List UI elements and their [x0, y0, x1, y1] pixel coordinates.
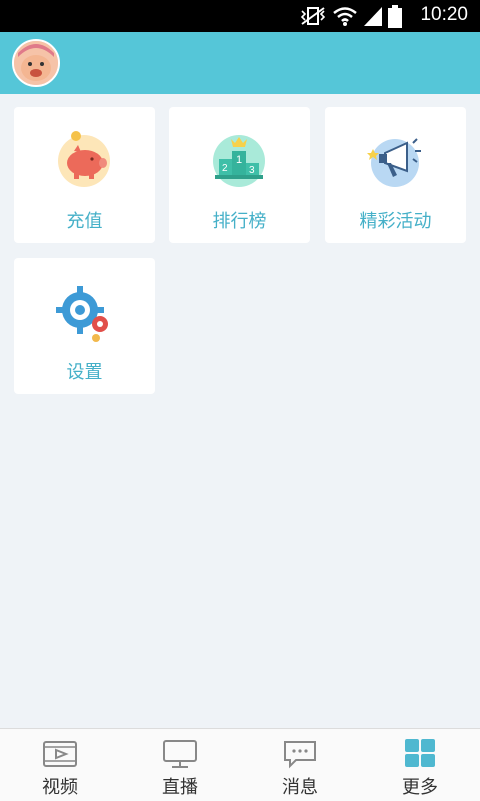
avatar-image [14, 41, 58, 85]
battery-icon [388, 5, 402, 28]
leaderboard-tile[interactable]: 2 1 3 排行榜 [169, 107, 310, 243]
tab-live[interactable]: 直播 [120, 729, 240, 801]
signal-icon [364, 7, 382, 26]
svg-text:1: 1 [236, 154, 242, 166]
tab-video-label: 视频 [42, 777, 78, 798]
video-icon [43, 741, 77, 767]
chat-icon [284, 741, 316, 769]
podium-icon: 2 1 3 [213, 135, 265, 187]
tab-more[interactable]: 更多 [360, 729, 480, 801]
tv-icon [163, 740, 197, 768]
megaphone-icon [367, 138, 421, 187]
gear-icon [56, 286, 108, 342]
svg-text:3: 3 [249, 165, 255, 176]
tab-video[interactable]: 视频 [0, 729, 120, 801]
events-tile[interactable]: 精彩活动 [325, 107, 466, 243]
recharge-label: 充值 [66, 211, 103, 232]
tab-messages-label: 消息 [282, 777, 318, 798]
svg-text:2: 2 [222, 163, 228, 174]
header-bar [0, 32, 480, 94]
leaderboard-label: 排行榜 [212, 211, 267, 232]
grid-icon [405, 739, 435, 767]
settings-tile[interactable]: 设置 [14, 258, 155, 394]
recharge-tile[interactable]: 充值 [14, 107, 155, 243]
clock: 10:20 [420, 4, 468, 25]
tab-live-label: 直播 [162, 777, 198, 798]
piggy-bank-icon [58, 131, 110, 187]
tab-more-label: 更多 [402, 777, 438, 798]
vibrate-icon [300, 7, 326, 25]
wifi-icon [333, 7, 357, 26]
bottom-tab-bar: 视频 直播 消息 更多 [0, 728, 480, 801]
status-bar: 10:20 [0, 0, 480, 32]
user-avatar[interactable] [12, 39, 60, 87]
settings-label: 设置 [66, 362, 103, 383]
tab-messages[interactable]: 消息 [240, 729, 360, 801]
events-label: 精彩活动 [359, 211, 432, 232]
